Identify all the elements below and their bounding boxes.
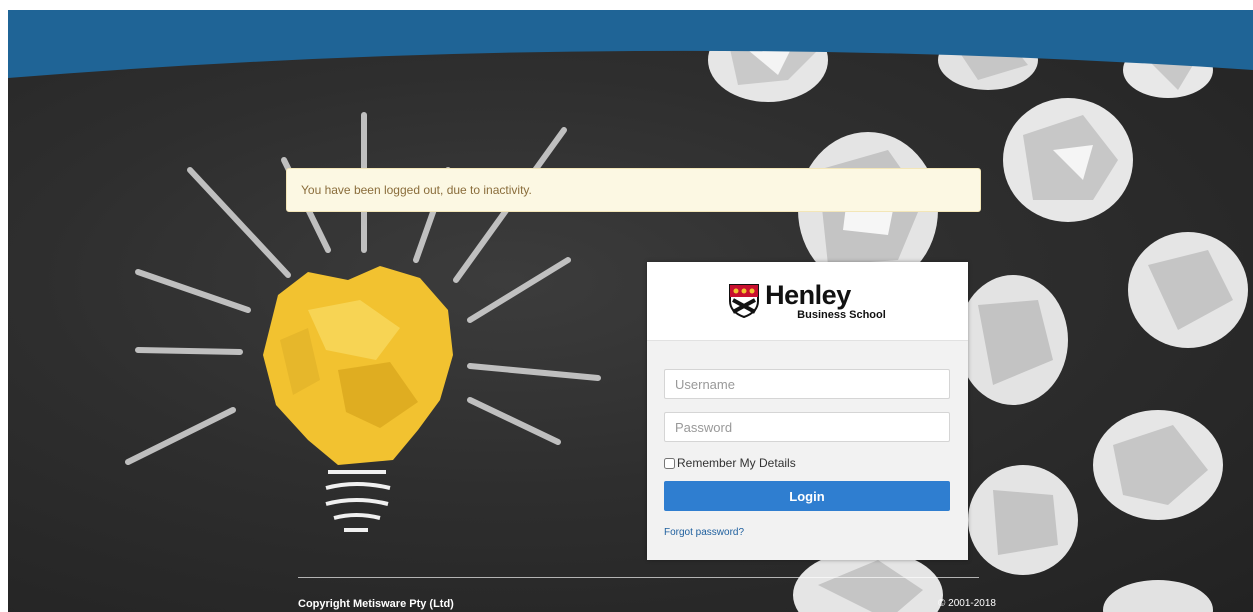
login-form: Remember My Details Login Forgot passwor… bbox=[647, 341, 968, 540]
remember-label: Remember My Details bbox=[677, 456, 796, 470]
paper-ball bbox=[958, 275, 1068, 405]
logo-text: Henley Business School bbox=[765, 279, 886, 321]
brand-subtitle: Business School bbox=[797, 308, 886, 321]
chalk-ray bbox=[467, 397, 561, 445]
chalk-ray bbox=[467, 257, 571, 323]
chalkboard-background bbox=[8, 10, 1253, 612]
login-card: Henley Business School Remember My Detai… bbox=[647, 262, 968, 560]
username-input[interactable] bbox=[664, 369, 950, 399]
paper-ball bbox=[1103, 580, 1213, 612]
login-page: You have been logged out, due to inactiv… bbox=[0, 0, 1253, 612]
chalk-ray bbox=[135, 269, 251, 313]
crumpled-lightbulb bbox=[263, 266, 453, 532]
chalk-ray bbox=[187, 167, 291, 278]
chalk-ray bbox=[125, 407, 236, 465]
bulb-base-line bbox=[325, 498, 389, 506]
background-illustration bbox=[125, 18, 1248, 612]
bulb-base-line bbox=[325, 482, 391, 490]
inactivity-alert: You have been logged out, due to inactiv… bbox=[286, 168, 981, 212]
login-button[interactable]: Login bbox=[664, 481, 950, 511]
paper-ball bbox=[1003, 98, 1133, 222]
paper-ball bbox=[968, 465, 1078, 575]
bulb-base bbox=[325, 470, 391, 532]
logo-area: Henley Business School bbox=[647, 262, 968, 341]
footer-divider bbox=[298, 577, 979, 578]
remember-me[interactable]: Remember My Details bbox=[664, 453, 951, 473]
alert-message: You have been logged out, due to inactiv… bbox=[301, 183, 532, 197]
footer-copyright: Copyright Metisware Pty (Ltd) bbox=[298, 598, 454, 610]
password-input[interactable] bbox=[664, 412, 950, 442]
chalk-ray bbox=[467, 363, 601, 381]
bulb-base-line bbox=[333, 513, 381, 520]
chalk-ray bbox=[135, 347, 243, 355]
paper-ball bbox=[1128, 232, 1248, 348]
remember-checkbox[interactable] bbox=[664, 457, 675, 469]
footer-years: © 2001-2018 bbox=[938, 598, 996, 609]
forgot-password-link[interactable]: Forgot password? bbox=[664, 527, 744, 538]
brand-name: Henley bbox=[765, 279, 851, 310]
header-wave bbox=[8, 10, 1253, 78]
shield-crest-icon bbox=[729, 284, 760, 318]
henley-logo: Henley Business School bbox=[729, 279, 886, 321]
paper-ball bbox=[1093, 410, 1223, 520]
